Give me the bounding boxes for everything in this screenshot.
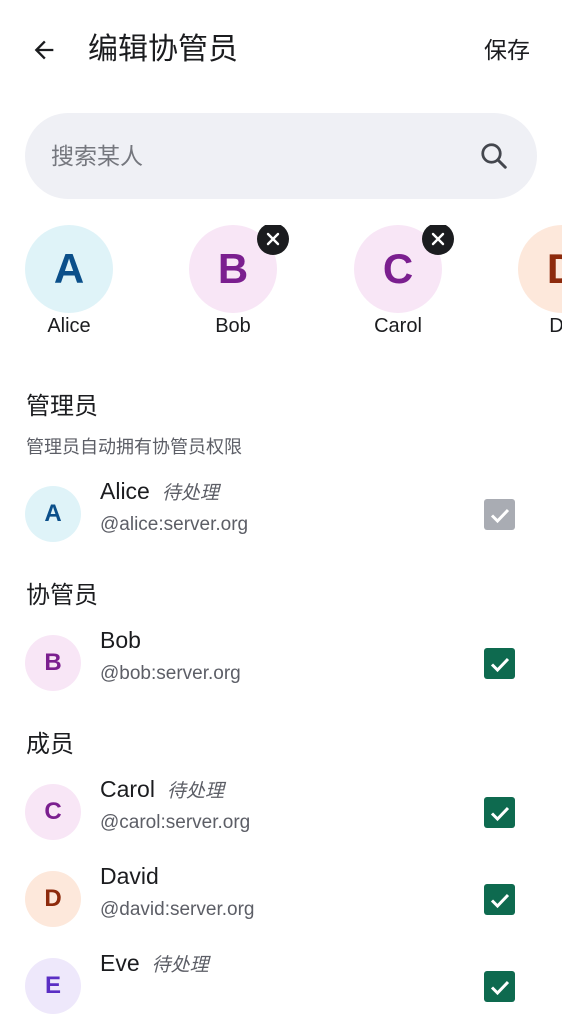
user-name: David (100, 863, 159, 889)
check-icon (490, 657, 509, 672)
save-button[interactable]: 保存 (484, 34, 530, 68)
avatar: A (25, 486, 81, 542)
chip-name: Carol (374, 315, 422, 337)
moderator-checkbox[interactable] (484, 971, 515, 1002)
search-bar[interactable] (25, 113, 537, 201)
user-handle: @bob:server.org (100, 663, 241, 684)
section-title-members: 成员 (26, 730, 74, 758)
chip-name: Da (549, 315, 562, 337)
arrow-back-icon (34, 40, 54, 60)
section-title-admins: 管理员 (26, 392, 98, 420)
check-icon (490, 806, 509, 821)
user-row-eve[interactable]: E Eve 待处理 (0, 946, 562, 1026)
page-title: 编辑协管员 (88, 32, 238, 67)
search-icon[interactable] (479, 141, 509, 171)
section-subtitle-admins: 管理员自动拥有协管员权限 (26, 437, 242, 458)
chip-name: Bob (215, 315, 251, 337)
check-icon (490, 508, 509, 523)
moderator-checkbox[interactable] (484, 499, 515, 530)
pending-badge: 待处理 (161, 483, 219, 504)
search-input[interactable] (49, 113, 473, 201)
user-row-alice[interactable]: A Alice 待处理 @alice:server.org (0, 474, 562, 554)
selected-chip-carol: C Carol (338, 225, 458, 345)
selected-users-row: A Alice B Bob C Carol D Da (0, 225, 562, 345)
moderator-checkbox[interactable] (484, 884, 515, 915)
avatar: D (25, 871, 81, 927)
close-icon (266, 232, 280, 246)
user-name: Alice 待处理 (100, 478, 219, 504)
avatar: E (25, 958, 81, 1014)
section-title-moderators: 协管员 (26, 581, 98, 609)
back-button[interactable] (24, 30, 64, 70)
check-icon (490, 893, 509, 908)
user-row-bob[interactable]: B Bob @bob:server.org (0, 623, 562, 703)
remove-chip-button[interactable] (257, 225, 289, 255)
pending-badge: 待处理 (151, 955, 209, 976)
selected-chip-bob: B Bob (173, 225, 293, 345)
user-name: Bob (100, 627, 141, 653)
user-name: Eve 待处理 (100, 950, 209, 976)
chip-name: Alice (47, 315, 91, 337)
selected-chip-david: D Da (502, 225, 562, 345)
pending-badge: 待处理 (166, 781, 224, 802)
close-icon (431, 232, 445, 246)
top-app-bar: 编辑协管员 保存 (0, 0, 562, 104)
user-handle: @david:server.org (100, 899, 255, 920)
avatar: A (25, 225, 113, 313)
avatar: C (25, 784, 81, 840)
remove-chip-button[interactable] (422, 225, 454, 255)
check-icon (490, 980, 509, 995)
user-name: Carol 待处理 (100, 776, 224, 802)
moderator-checkbox[interactable] (484, 797, 515, 828)
user-row-david[interactable]: D David @david:server.org (0, 859, 562, 939)
avatar: D (518, 225, 562, 313)
selected-chip-alice: A Alice (9, 225, 129, 345)
user-row-carol[interactable]: C Carol 待处理 @carol:server.org (0, 772, 562, 852)
moderator-checkbox[interactable] (484, 648, 515, 679)
user-handle: @alice:server.org (100, 514, 249, 535)
avatar: B (25, 635, 81, 691)
user-handle: @carol:server.org (100, 812, 251, 833)
